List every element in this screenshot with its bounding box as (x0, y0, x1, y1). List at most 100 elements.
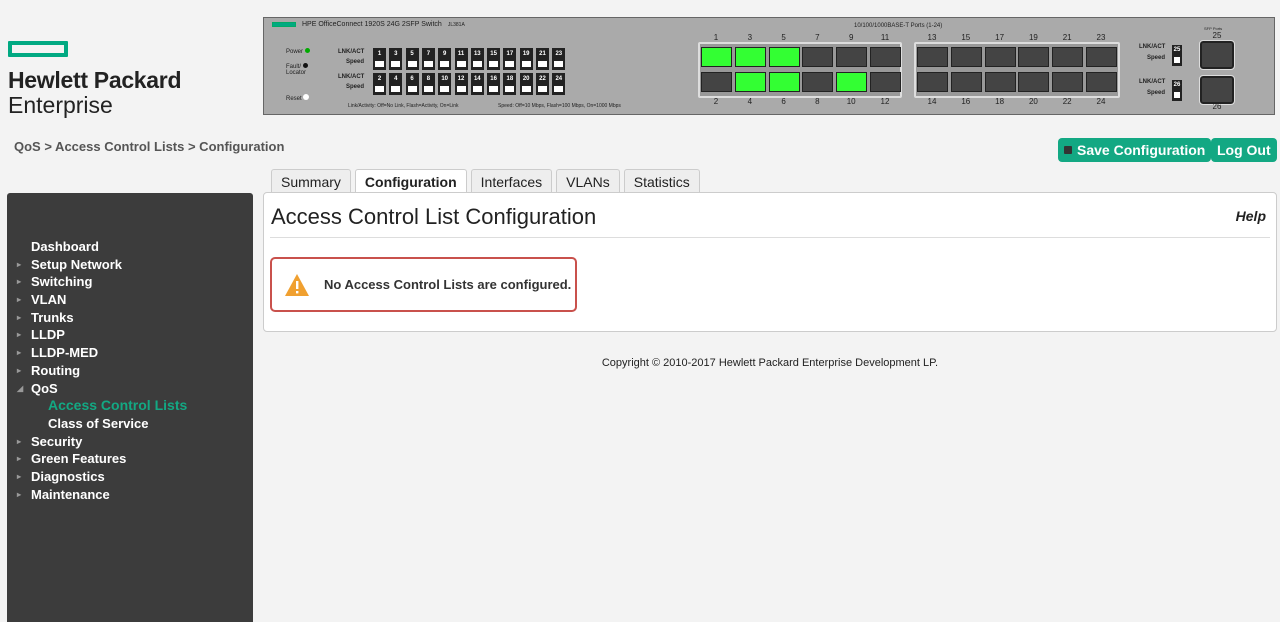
speed-label-top: Speed (346, 59, 365, 65)
port-14[interactable] (917, 72, 948, 92)
led-speed-13 (470, 59, 484, 70)
led-speed-21 (536, 59, 549, 70)
port-9[interactable] (836, 47, 868, 67)
led-speed-6 (405, 84, 419, 95)
expand-arrow-icon: ▸ (17, 436, 22, 446)
port-12[interactable] (870, 72, 901, 92)
sidebar-item-access-control-lists[interactable]: Access Control Lists (7, 397, 253, 415)
copyright: Copyright © 2010-2017 Hewlett Packard En… (601, 357, 939, 369)
sfp-port-25[interactable] (1199, 40, 1235, 70)
port-7[interactable] (802, 47, 834, 67)
tab-configuration[interactable]: Configuration (354, 169, 467, 193)
sidebar-item-switching[interactable]: ▸ Switching (7, 273, 253, 291)
port-number: 19 (1028, 33, 1038, 42)
port-24[interactable] (1086, 72, 1117, 92)
hpe-mark-icon (272, 22, 296, 27)
sidebar-item-dashboard[interactable]: Dashboard (7, 238, 253, 256)
sidebar-item-class-of-service[interactable]: Class of Service (7, 415, 253, 433)
expand-arrow-icon: ▸ (17, 277, 22, 287)
content-panel: Access Control List Configuration Help N… (263, 192, 1277, 332)
page-title: Access Control List Configuration (271, 204, 597, 229)
tab-statistics[interactable]: Statistics (623, 169, 700, 193)
sidebar-item-green-features[interactable]: ▸ Green Features (7, 450, 253, 468)
sfp-port-26[interactable] (1199, 75, 1235, 105)
hpe-logo-mark (8, 41, 68, 57)
port-10[interactable] (836, 72, 868, 92)
led-speed-18 (503, 84, 517, 95)
port-15[interactable] (950, 47, 982, 67)
speed-led-indicator (375, 86, 384, 92)
alert-message: No Access Control Lists are configured. (270, 257, 577, 312)
port-13[interactable] (917, 47, 948, 67)
led-speed-11 (454, 59, 468, 70)
port-4[interactable] (734, 72, 766, 92)
sidebar-item-setup-network[interactable]: ▸ Setup Network (7, 256, 253, 274)
save-configuration-button[interactable]: Save Configuration (1058, 138, 1212, 162)
led-speed-4 (389, 84, 403, 95)
speed-led-indicator (456, 61, 466, 67)
port-23[interactable] (1086, 47, 1117, 67)
sidebar-item-label: Routing (31, 362, 81, 378)
port-number: 15 (961, 33, 971, 42)
port-20[interactable] (1018, 72, 1050, 92)
port-11[interactable] (870, 47, 901, 67)
reset-button[interactable]: Reset (286, 94, 310, 102)
sfp25-speed-label: Speed (1147, 55, 1166, 61)
sidebar-item-label: QoS (31, 380, 58, 396)
led-speed-9 (438, 59, 452, 70)
port-3[interactable] (734, 47, 766, 67)
tab-interfaces[interactable]: Interfaces (470, 169, 553, 193)
port-number: 2 (713, 97, 719, 106)
port-21[interactable] (1052, 47, 1084, 67)
port-5[interactable] (768, 47, 800, 67)
sidebar-item-maintenance[interactable]: ▸ Maintenance (7, 486, 253, 504)
speed-led-indicator (456, 86, 466, 92)
lnk-label-top: LNK/ACT (338, 49, 365, 55)
port-1[interactable] (701, 47, 732, 67)
speed-led-indicator (521, 61, 531, 67)
save-icon (1064, 146, 1072, 154)
port-6[interactable] (768, 72, 800, 92)
sidebar-item-label: LLDP (31, 327, 65, 343)
sidebar-item-vlan[interactable]: ▸ VLAN (7, 291, 253, 309)
sidebar-item-trunks[interactable]: ▸ Trunks (7, 309, 253, 327)
switch-front-panel: HPE OfficeConnect 1920S 24G 2SFP Switch J… (263, 17, 1275, 115)
expand-arrow-icon: ▸ (17, 365, 22, 375)
port-16[interactable] (950, 72, 982, 92)
port-19[interactable] (1018, 47, 1050, 67)
port-22[interactable] (1052, 72, 1084, 92)
tab-vlans[interactable]: VLANs (556, 169, 620, 193)
sfp26-speed-label: Speed (1147, 90, 1166, 96)
port-number: 12 (880, 97, 890, 106)
sidebar-item-label: Dashboard (31, 239, 99, 254)
sidebar-item-label: Security (31, 433, 83, 449)
sidebar-item-diagnostics[interactable]: ▸ Diagnostics (7, 468, 253, 486)
port-8[interactable] (802, 72, 834, 92)
sidebar-item-qos[interactable]: ◢ QoS (7, 380, 253, 398)
port-number: 6 (781, 97, 786, 106)
led-speed-2 (373, 84, 386, 95)
sidebar-item-security[interactable]: ▸ Security (7, 433, 253, 451)
port-number: 7 (815, 33, 820, 42)
port-2[interactable] (701, 72, 732, 92)
sidebar-item-routing[interactable]: ▸ Routing (7, 362, 253, 380)
tab-summary[interactable]: Summary (271, 169, 351, 193)
sidebar-item-label: Switching (31, 274, 93, 290)
collapse-arrow-icon: ◢ (17, 383, 24, 393)
expand-arrow-icon: ▸ (17, 259, 22, 269)
help-link[interactable]: Help (1236, 208, 1266, 224)
speed-led-indicator (391, 61, 401, 67)
sidebar-item-lldp-med[interactable]: ▸ LLDP-MED (7, 344, 253, 362)
sidebar-item-lldp[interactable]: ▸ LLDP (7, 326, 253, 344)
port-number: 10 (846, 97, 856, 106)
port-number: 22 (1062, 97, 1072, 106)
led-speed-20 (519, 84, 533, 95)
divider (270, 237, 1270, 238)
led-speed-24 (552, 84, 566, 95)
led-speed-16 (487, 84, 501, 95)
link-legend: Link/Activity: Off=No Link, Flash=Activi… (348, 103, 459, 109)
port-18[interactable] (984, 72, 1016, 92)
port-17[interactable] (984, 47, 1016, 67)
log-out-button[interactable]: Log Out (1211, 138, 1277, 162)
warning-icon (285, 273, 309, 296)
